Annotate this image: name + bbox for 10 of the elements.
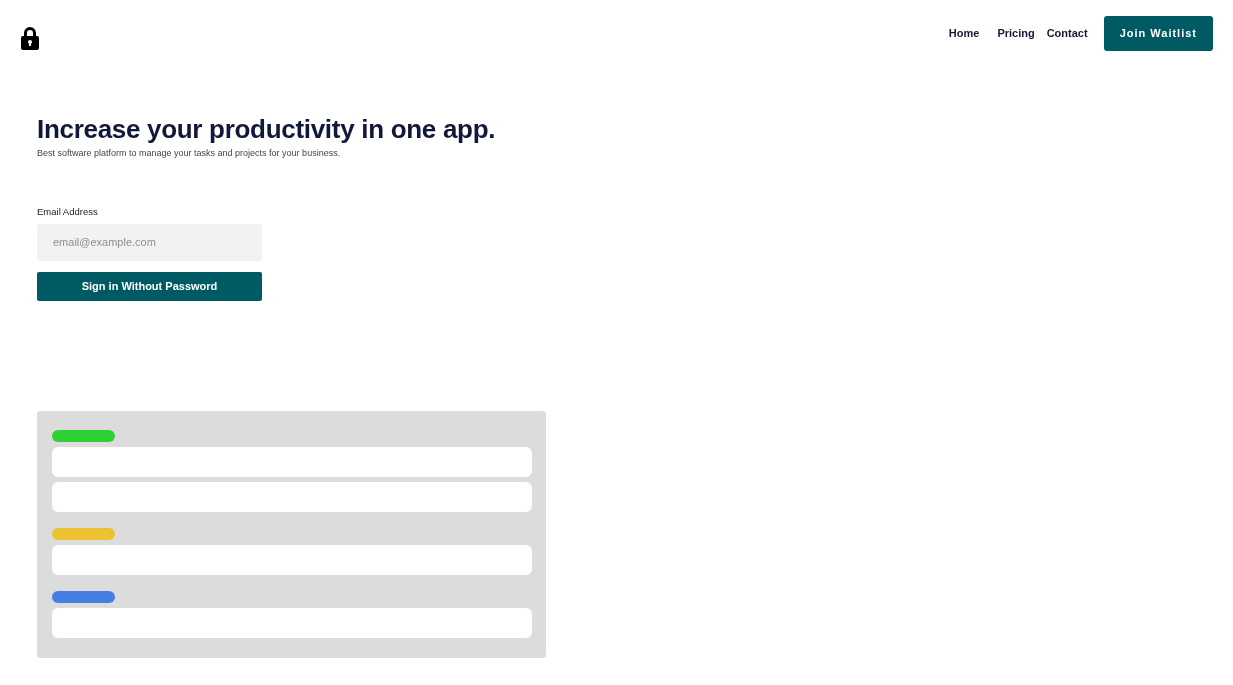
headline: Increase your productivity in one app. bbox=[37, 114, 497, 146]
email-label: Email Address bbox=[37, 204, 99, 219]
nav-link[interactable]: Home bbox=[948, 25, 980, 42]
join-waitlist-button[interactable]: Join Waitlist bbox=[1103, 16, 1213, 51]
sign-in-button[interactable]: Sign in Without Password bbox=[37, 271, 262, 301]
lock-icon bbox=[20, 26, 40, 50]
nav-link[interactable]: Pricing bbox=[997, 25, 1035, 42]
nav-link[interactable]: Contact bbox=[1046, 25, 1088, 42]
email-field[interactable]: email@example.com bbox=[37, 223, 262, 261]
subtitle: Best software platform to manage your tasks and projects for your business. bbox=[37, 147, 342, 161]
